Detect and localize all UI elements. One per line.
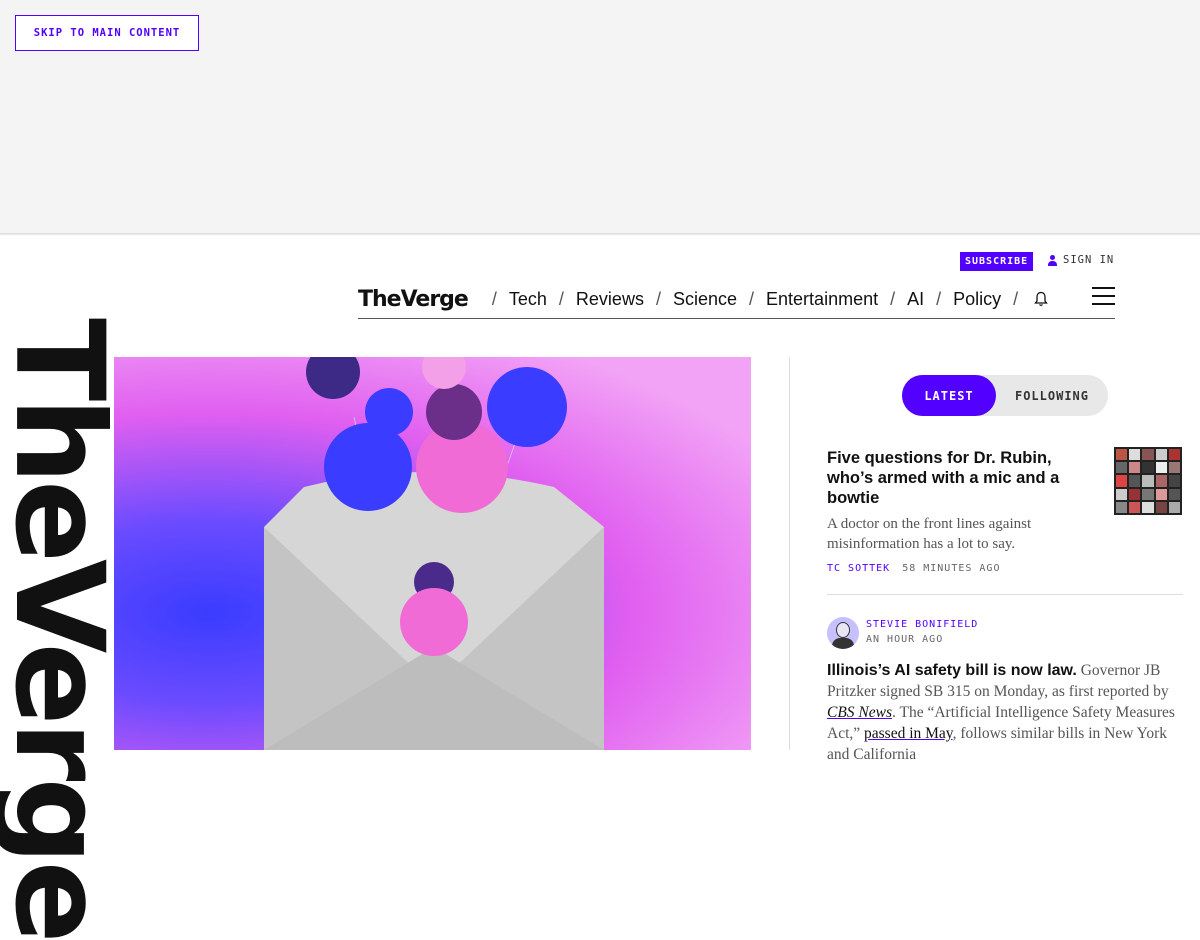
story-meta: TC SOTTEK 58 MINUTES AGO [827, 563, 1000, 574]
skip-to-main-content-link[interactable]: SKIP TO MAIN CONTENT [15, 15, 199, 51]
sign-in-label: SIGN IN [1063, 254, 1115, 266]
hamburger-menu-icon[interactable] [1092, 287, 1115, 305]
cbs-news-link[interactable]: CBS News [827, 704, 892, 721]
story-time: AN HOUR AGO [866, 634, 944, 645]
story-dek: A doctor on the front lines against misi… [827, 516, 1032, 552]
balloons-envelope-illustration [264, 357, 604, 750]
hero-image[interactable] [114, 357, 751, 750]
nav-reviews[interactable]: Reviews [576, 289, 644, 310]
subscribe-button[interactable]: SUBSCRIBE [960, 252, 1034, 271]
nav-policy[interactable]: Policy [953, 289, 1001, 310]
logo[interactable]: TheVerge [358, 287, 469, 312]
nav-separator: / [936, 288, 942, 309]
passed-in-may-link[interactable]: passed in May [864, 725, 953, 742]
main-nav: TheVerge / Tech / Reviews / Science / En… [358, 280, 1115, 319]
nav-ai[interactable]: AI [907, 289, 924, 310]
avatar[interactable] [827, 617, 859, 649]
story-divider [827, 594, 1183, 595]
nav-separator: / [1013, 288, 1019, 309]
story-title[interactable]: Five questions for Dr. Rubin, who’s arme… [827, 448, 1097, 508]
tab-latest[interactable]: LATEST [902, 375, 996, 416]
nav-entertainment[interactable]: Entertainment [766, 289, 878, 310]
tab-following[interactable]: FOLLOWING [996, 375, 1108, 416]
nav-separator: / [491, 288, 497, 309]
quick-post-body: Illinois’s AI safety bill is now law. Go… [827, 660, 1177, 765]
story-thumbnail[interactable] [1114, 447, 1182, 515]
feed-tabs: LATEST FOLLOWING [902, 375, 1108, 416]
nav-tech[interactable]: Tech [509, 289, 547, 310]
nav-separator: / [890, 288, 896, 309]
nav-science[interactable]: Science [673, 289, 737, 310]
nav-separator: / [655, 288, 661, 309]
bell-icon[interactable] [1034, 291, 1048, 307]
story-time: 58 MINUTES AGO [902, 563, 1001, 574]
story-author[interactable]: STEVIE BONIFIELD [866, 619, 978, 630]
quick-post-headline: Illinois’s AI safety bill is now law. [827, 662, 1077, 679]
column-divider [789, 357, 790, 750]
user-icon [1048, 254, 1057, 266]
nav-separator: / [749, 288, 755, 309]
sign-in-link[interactable]: SIGN IN [1048, 254, 1114, 266]
vertical-logo: TheVerge [0, 318, 130, 940]
story-author[interactable]: TC SOTTEK [827, 563, 890, 574]
header-divider [0, 233, 1200, 236]
nav-separator: / [558, 288, 564, 309]
